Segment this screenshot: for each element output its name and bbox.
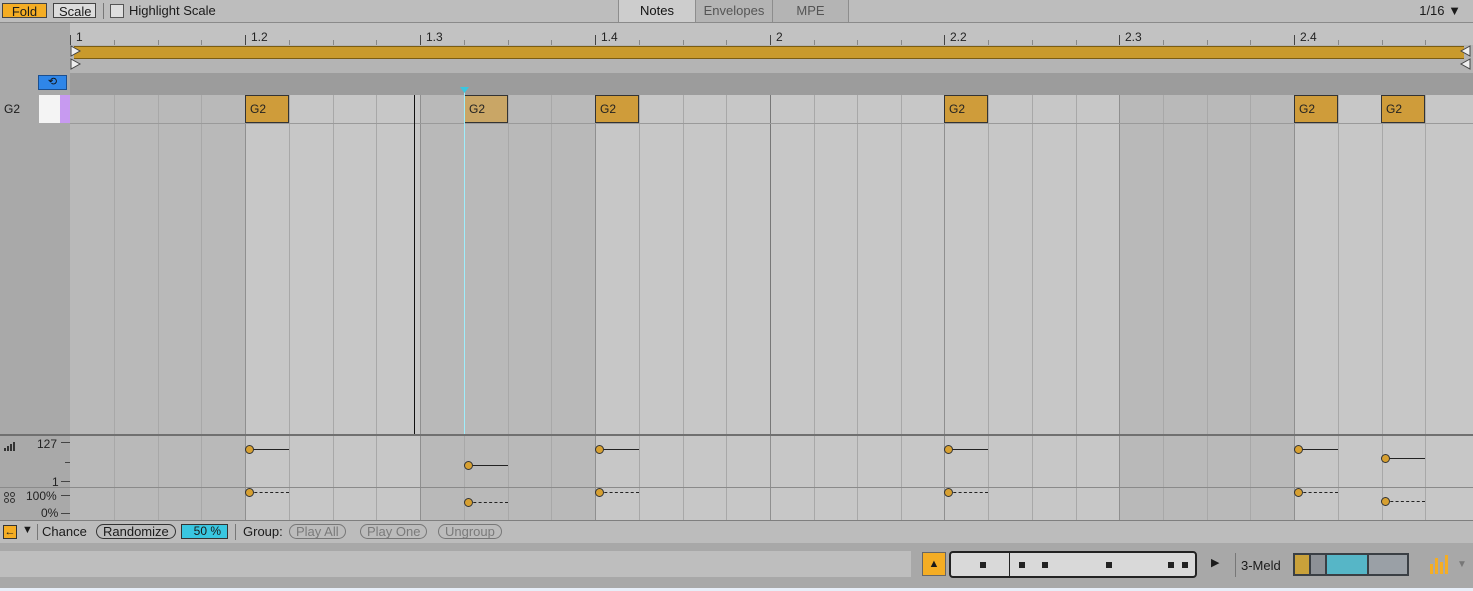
velocity-stem — [249, 449, 289, 450]
ruler-label: 2.4 — [1300, 30, 1317, 44]
ruler-tick — [1119, 35, 1120, 45]
ruler-tick — [70, 35, 71, 45]
note-editor-grid[interactable] — [70, 95, 1473, 435]
velocity-handle[interactable] — [1294, 445, 1303, 454]
midi-note[interactable]: G2 — [1294, 95, 1338, 123]
chance-icon — [4, 492, 15, 503]
chance-stem — [468, 502, 508, 504]
loop-start-marker-icon[interactable] — [70, 45, 82, 73]
loop-end-marker-icon[interactable] — [1459, 45, 1471, 73]
velocity-handle[interactable] — [464, 461, 473, 470]
chance-handle[interactable] — [1381, 497, 1390, 506]
fold-button[interactable]: Fold — [2, 3, 47, 19]
play-icon[interactable]: ▶ — [1211, 556, 1219, 569]
ruler-tick — [770, 35, 771, 45]
ruler-tick — [420, 35, 421, 45]
velocity-icon — [4, 442, 15, 451]
midi-note[interactable]: G2 — [1381, 95, 1425, 123]
clip-strip — [70, 73, 1473, 95]
lane-split — [0, 487, 1473, 488]
chance-stem — [249, 492, 289, 494]
ungroup-button[interactable]: Ungroup — [438, 524, 502, 539]
track-name: 3-Meld — [1241, 558, 1281, 573]
velocity-handle[interactable] — [944, 445, 953, 454]
midi-note[interactable]: G2 — [944, 95, 988, 123]
ruler-tick — [944, 35, 945, 45]
bottom-divider — [235, 524, 236, 540]
midi-note[interactable]: G2 — [464, 95, 508, 123]
midi-note[interactable]: G2 — [595, 95, 639, 123]
ruler-tick — [595, 35, 596, 45]
overview-toggle-button[interactable]: ▲ — [922, 552, 946, 576]
key-row-label: G2 — [4, 102, 21, 116]
clip-overview[interactable] — [949, 551, 1197, 578]
chance-stem — [948, 492, 988, 494]
tab-mpe[interactable]: MPE — [772, 0, 849, 22]
ruler-label: 1.3 — [426, 30, 443, 44]
loop-region[interactable] — [74, 46, 1464, 59]
ruler-label: 1.4 — [601, 30, 618, 44]
beat-ruler[interactable]: 1 1.2 1.3 1.4 2 2.2 2.3 2.4 — [70, 23, 1473, 45]
group-label: Group: — [243, 524, 283, 539]
chance-percent-field[interactable]: 50 % — [181, 524, 228, 539]
velocity-stem — [1298, 449, 1338, 450]
velocity-stem — [1385, 458, 1425, 459]
triangle-up-icon: ▲ — [928, 558, 940, 570]
highlight-scale-label: Highlight Scale — [129, 3, 216, 18]
device-chain-thumbnail[interactable] — [1293, 553, 1409, 576]
midi-note[interactable]: G2 — [245, 95, 289, 123]
ruler-label: 2.2 — [950, 30, 967, 44]
grid-resolution-dropdown[interactable]: 1/16 ▼ — [1419, 0, 1461, 22]
chance-max-label: 100% — [26, 489, 57, 503]
velocity-handle[interactable] — [1381, 454, 1390, 463]
chance-min-label: 0% — [41, 506, 59, 520]
velocity-stem — [599, 449, 639, 450]
insert-marker-icon — [460, 87, 469, 93]
tab-notes[interactable]: Notes — [618, 0, 695, 22]
tab-envelopes[interactable]: Envelopes — [695, 0, 772, 22]
ruler-label: 1 — [76, 30, 83, 44]
ruler-label: 2 — [776, 30, 783, 44]
lane-toggle-button[interactable]: ← — [3, 525, 17, 539]
chance-stem — [1298, 492, 1338, 494]
clip-toolbar: Fold Scale Highlight Scale Notes Envelop… — [0, 0, 1473, 23]
chance-handle[interactable] — [245, 488, 254, 497]
chance-handle[interactable] — [1294, 488, 1303, 497]
info-view — [0, 551, 911, 577]
randomize-button[interactable]: Randomize — [96, 524, 176, 539]
loop-toggle-button[interactable]: ⟲ — [38, 75, 67, 90]
chevron-down-icon[interactable]: ▼ — [22, 524, 33, 536]
toolbar-divider — [103, 3, 104, 19]
note-properties-bar: ← ▼ Chance Randomize 50 % Group: Play Al… — [0, 520, 1473, 543]
ruler-label: 1.2 — [251, 30, 268, 44]
piano-key[interactable] — [39, 95, 60, 123]
chevron-down-icon[interactable]: ▼ — [1457, 559, 1467, 570]
chance-handle[interactable] — [944, 488, 953, 497]
velocity-handle[interactable] — [595, 445, 604, 454]
velocity-min-label: 1 — [52, 475, 59, 489]
play-one-button[interactable]: Play One — [360, 524, 428, 539]
highlight-scale-checkbox[interactable] — [110, 4, 124, 18]
chance-stem — [1385, 501, 1425, 503]
velocity-stem — [468, 465, 508, 466]
arrow-left-icon: ← — [4, 526, 16, 538]
ruler-tick — [1294, 35, 1295, 45]
chance-handle[interactable] — [595, 488, 604, 497]
key-highlight-marker — [60, 95, 70, 123]
loop-icon: ⟲ — [47, 76, 58, 88]
cpu-meter-icon — [1428, 554, 1452, 574]
play-all-button[interactable]: Play All — [289, 524, 346, 539]
bottom-divider — [37, 524, 38, 540]
chance-label: Chance — [42, 524, 87, 539]
velocity-max-label: 127 — [37, 437, 58, 451]
velocity-handle[interactable] — [245, 445, 254, 454]
chance-stem — [599, 492, 639, 494]
scale-button[interactable]: Scale — [53, 3, 96, 19]
chance-handle[interactable] — [464, 498, 473, 507]
ruler-tick — [245, 35, 246, 45]
velocity-stem — [948, 449, 988, 450]
ruler-label: 2.3 — [1125, 30, 1142, 44]
